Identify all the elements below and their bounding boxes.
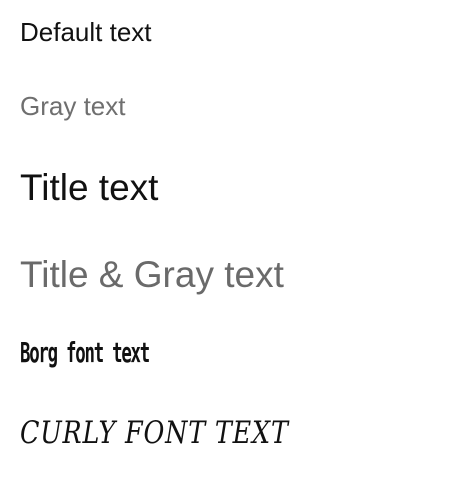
- borg-font-text-sample: Borg font text: [20, 336, 150, 369]
- title-text-sample: Title text: [20, 167, 159, 208]
- curly-font-text-sample: CURLY FONT TEXT: [20, 415, 289, 451]
- text-style-samples-screen: Default text Gray text Title text Title …: [0, 0, 464, 482]
- default-text-sample: Default text: [20, 17, 152, 47]
- title-gray-text-sample: Title & Gray text: [20, 254, 284, 295]
- gray-text-sample: Gray text: [20, 91, 126, 121]
